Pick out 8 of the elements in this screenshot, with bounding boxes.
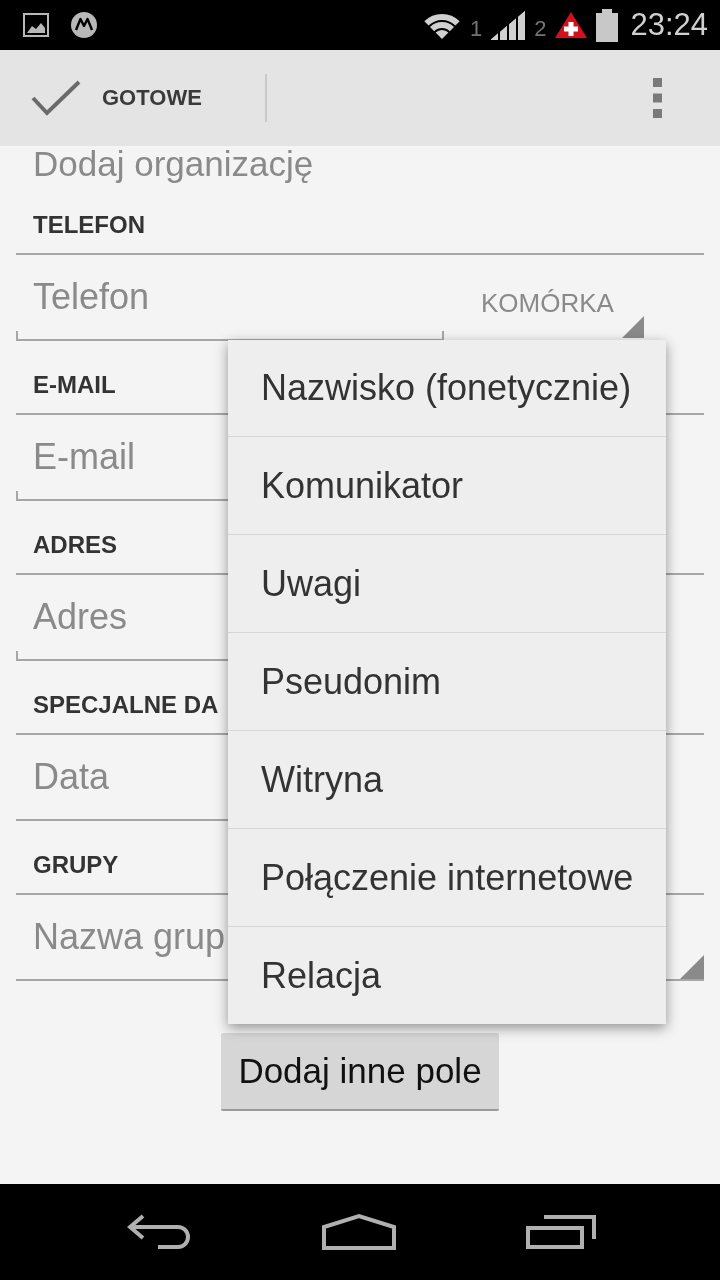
sim-label: 2 <box>534 16 547 42</box>
section-header: TELEFON <box>33 210 145 240</box>
section-header: ADRES <box>33 530 117 560</box>
clock: 23:24 <box>630 7 708 43</box>
section-header: SPECJALNE DA <box>33 690 219 720</box>
section-header: E-MAIL <box>33 370 116 400</box>
sim-label: 1 <box>469 16 483 42</box>
section-header: GRUPY <box>33 850 119 880</box>
